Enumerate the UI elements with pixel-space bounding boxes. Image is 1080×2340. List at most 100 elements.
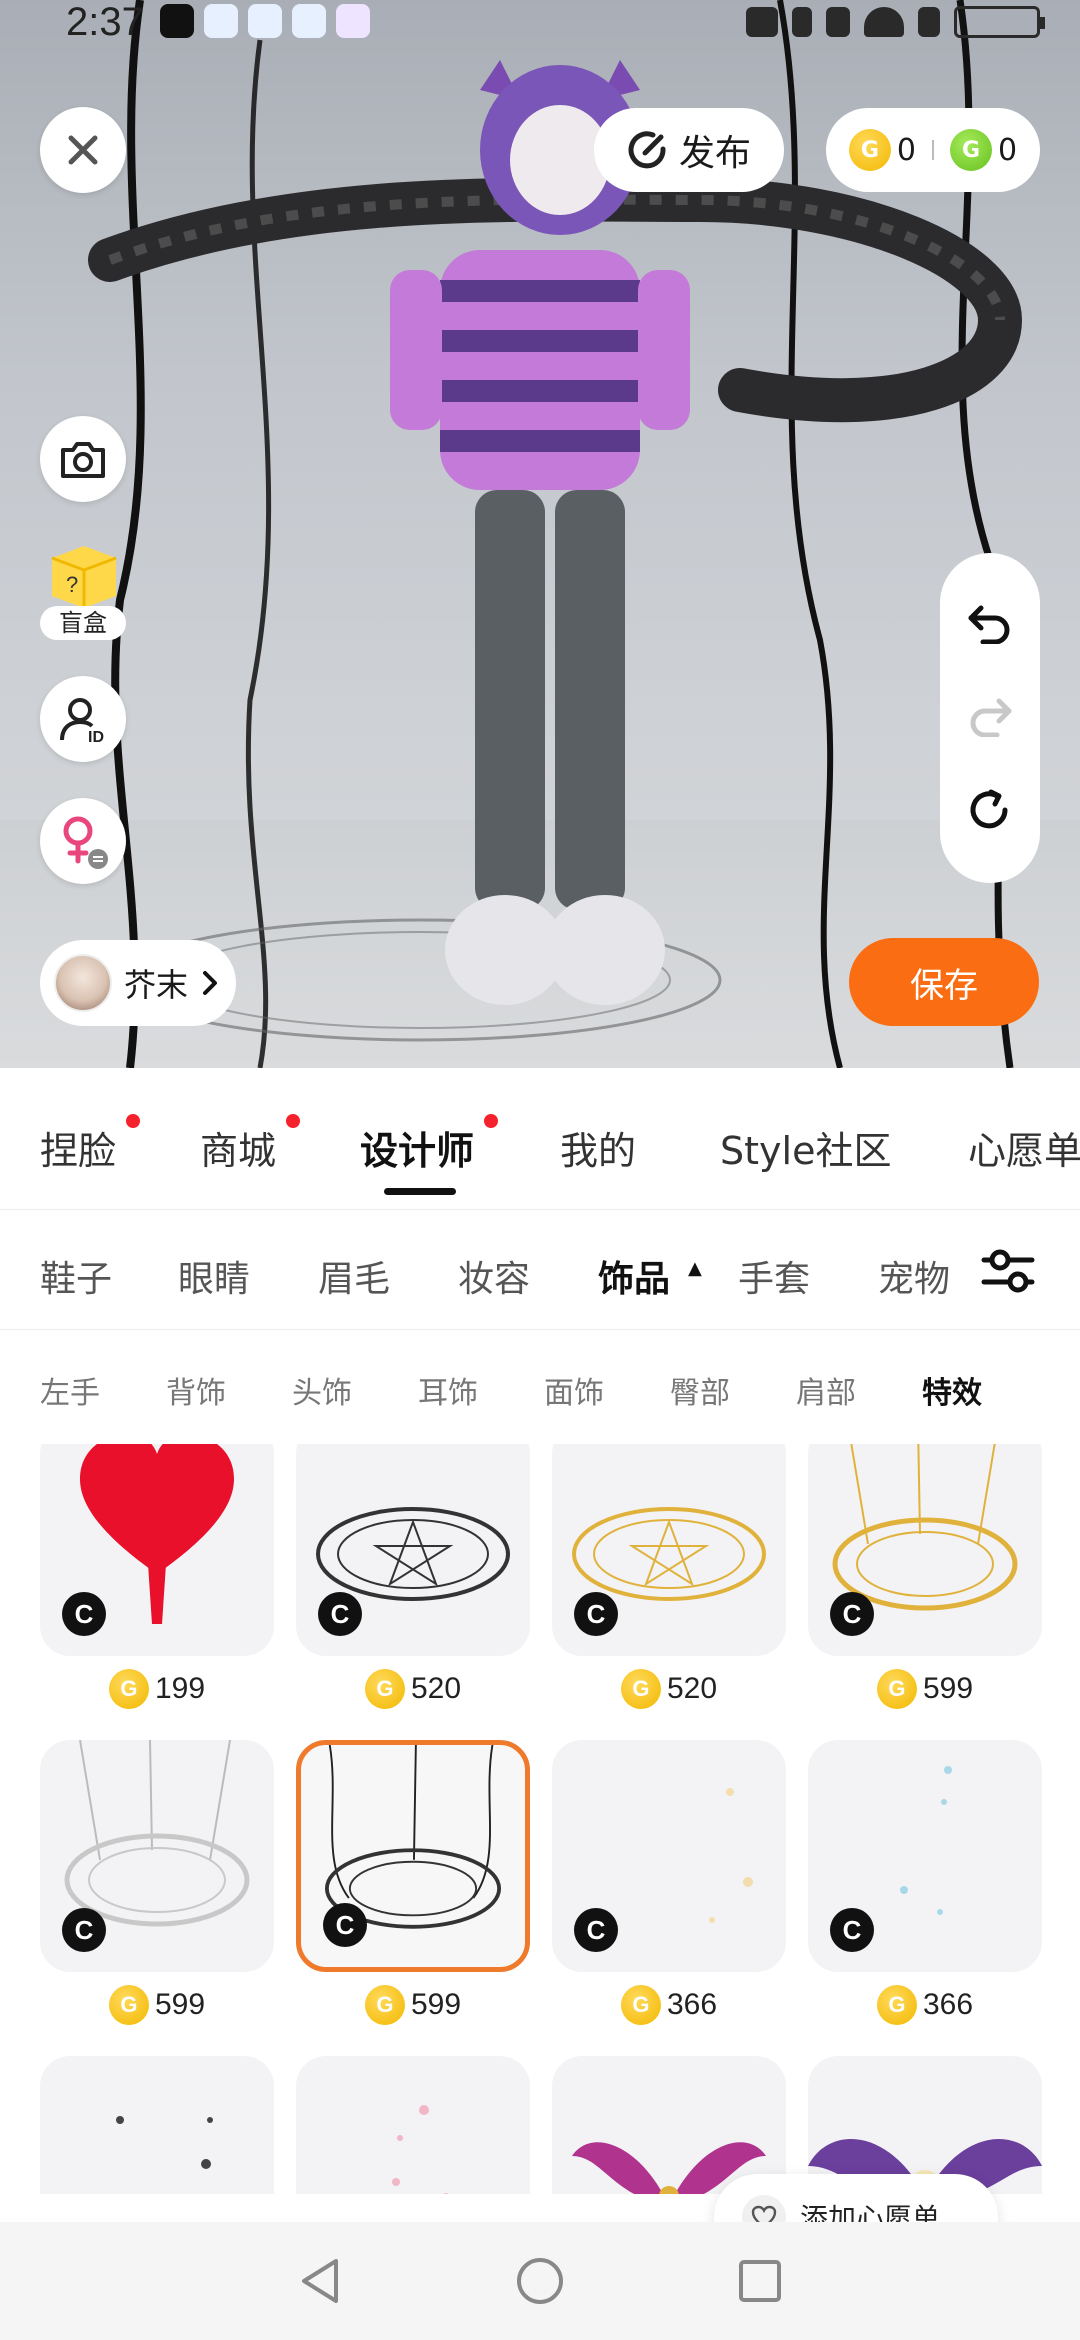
- item-card[interactable]: [40, 2056, 274, 2194]
- item-card[interactable]: [296, 2056, 530, 2194]
- blindbox-button[interactable]: ? 盲盒: [38, 540, 128, 642]
- app-icon: [248, 4, 282, 38]
- history-controls: [940, 553, 1040, 883]
- tab-gloves[interactable]: 手套: [738, 1250, 810, 1302]
- item-card[interactable]: C G 599: [808, 1444, 1042, 1714]
- publish-button[interactable]: 发布: [594, 108, 784, 192]
- green-balance: 0: [998, 132, 1018, 168]
- home-button[interactable]: [510, 2251, 570, 2311]
- close-button[interactable]: [40, 107, 126, 193]
- active-tab-indicator: [384, 1188, 456, 1195]
- gold-coin-icon: G: [364, 1985, 405, 2025]
- bat-wings-icon: [572, 2142, 766, 2194]
- status-time: 2:37: [66, 0, 144, 44]
- app-icon: [336, 4, 370, 38]
- avatar-id-button[interactable]: ID: [40, 676, 126, 762]
- tab-style-community[interactable]: Style社区: [720, 1120, 891, 1175]
- price-value: 599: [154, 1988, 206, 2021]
- item-thumbnail: [296, 2056, 530, 2194]
- avatar-name: 芥末: [124, 966, 189, 1004]
- tab-back-accessory[interactable]: 背饰: [166, 1368, 226, 1412]
- item-thumbnail: C: [296, 1740, 530, 1972]
- avatar-profile-chip[interactable]: 芥末: [40, 940, 236, 1026]
- home-circle-icon: [517, 2258, 563, 2304]
- tab-headwear[interactable]: 头饰: [292, 1368, 352, 1412]
- tab-makeup[interactable]: 妆容: [458, 1250, 530, 1302]
- notification-dot: [126, 1114, 140, 1128]
- save-button[interactable]: 保存: [849, 938, 1039, 1026]
- item-grid: C G 199 C G 520 C G 520 C G 599 C G 599 …: [0, 1444, 1080, 2194]
- publish-label: 发布: [678, 133, 751, 174]
- avatar-3d-viewport[interactable]: 2:37 ? 盲盒 ID 发布 G 0 G 0 芥末 保存: [0, 0, 1080, 1068]
- back-button[interactable]: [290, 2251, 350, 2311]
- star-effect-icon: [116, 2116, 213, 2169]
- tab-mine[interactable]: 我的: [560, 1120, 636, 1175]
- notification-dot: [484, 1114, 498, 1128]
- tab-pets[interactable]: 宠物: [878, 1250, 950, 1302]
- tab-shoes[interactable]: 鞋子: [40, 1250, 112, 1302]
- outfit-panel: 捏脸 商城 设计师 我的 Style社区 心愿单 鞋子 眼睛 眉毛 妆容 饰品 …: [0, 1068, 1080, 2340]
- gender-switch-button[interactable]: [40, 798, 126, 884]
- tab-accessories[interactable]: 饰品: [598, 1250, 670, 1302]
- female-switch-icon: [63, 816, 108, 869]
- tab-earrings[interactable]: 耳饰: [418, 1368, 478, 1412]
- item-card[interactable]: C G 520: [552, 1444, 786, 1714]
- tab-eyes[interactable]: 眼睛: [178, 1250, 250, 1302]
- app-icon: [204, 4, 238, 38]
- item-thumbnail: C: [40, 1740, 274, 1972]
- tab-wishlist[interactable]: 心愿单: [968, 1120, 1080, 1175]
- blindbox-label: 盲盒: [40, 606, 126, 640]
- item-price: G 366: [552, 1980, 786, 2030]
- tiktok-icon: [160, 4, 194, 38]
- item-thumbnail: [40, 2056, 274, 2194]
- notification-dot: [286, 1114, 300, 1128]
- undo-icon[interactable]: [967, 602, 1013, 645]
- item-card[interactable]: C G 199: [40, 1444, 274, 1714]
- tab-store[interactable]: 商城: [200, 1120, 276, 1175]
- filter-settings-icon[interactable]: [978, 1242, 1038, 1300]
- system-navigation-bar: [0, 2222, 1080, 2340]
- pink-sparkle-effect-icon: [392, 2105, 449, 2194]
- item-thumbnail: C: [552, 1444, 786, 1656]
- gold-coin-icon: G: [876, 1985, 917, 2025]
- expand-arrow-icon[interactable]: ▲: [688, 1258, 702, 1279]
- reset-icon[interactable]: [967, 788, 1013, 834]
- item-card[interactable]: C G 366: [552, 1740, 786, 2030]
- tab-designer[interactable]: 设计师: [360, 1120, 474, 1175]
- item-card[interactable]: C G 366: [808, 1740, 1042, 2030]
- item-card[interactable]: C G 599: [40, 1740, 274, 2030]
- tab-left-hand[interactable]: 左手: [40, 1368, 100, 1412]
- creator-badge: C: [830, 1592, 874, 1636]
- svg-text:ID: ID: [88, 729, 104, 744]
- tab-effects[interactable]: 特效: [922, 1368, 982, 1412]
- tab-hip[interactable]: 臀部: [670, 1368, 730, 1412]
- item-card[interactable]: C G 520: [296, 1444, 530, 1714]
- item-thumbnail: C: [808, 1740, 1042, 1972]
- item-card[interactable]: [552, 2056, 786, 2194]
- status-indicators: [746, 6, 1045, 38]
- recents-button[interactable]: [730, 2251, 790, 2311]
- tab-eyebrows[interactable]: 眉毛: [318, 1250, 390, 1302]
- creator-badge: C: [62, 1908, 106, 1952]
- camera-button[interactable]: [40, 416, 126, 502]
- item-price: G 520: [552, 1664, 786, 1714]
- battery-icon: [954, 6, 1045, 38]
- close-icon: [68, 135, 98, 165]
- item-price: G 599: [808, 1664, 1042, 1714]
- alert-icon: [918, 7, 940, 37]
- subcategory-tabs: 左手 背饰 头饰 耳饰 面饰 臀部 肩部 特效: [0, 1330, 1080, 1440]
- item-price: G 599: [296, 1980, 530, 2030]
- redo-icon[interactable]: [967, 695, 1013, 737]
- gold-coin-icon: G: [620, 1985, 661, 2025]
- creator-badge: C: [323, 1903, 367, 1947]
- creator-badge: C: [62, 1592, 106, 1636]
- item-card-selected[interactable]: C G 599: [296, 1740, 530, 2030]
- currency-balance[interactable]: G 0 G 0: [826, 108, 1040, 192]
- tab-shoulder[interactable]: 肩部: [796, 1368, 856, 1412]
- blindbox-icon: ?: [51, 546, 117, 608]
- green-coin-icon: G: [950, 129, 992, 171]
- tab-face-accessory[interactable]: 面饰: [544, 1368, 604, 1412]
- tab-face[interactable]: 捏脸: [40, 1120, 116, 1175]
- bluetooth-icon: [792, 7, 812, 37]
- item-price: G 520: [296, 1664, 530, 1714]
